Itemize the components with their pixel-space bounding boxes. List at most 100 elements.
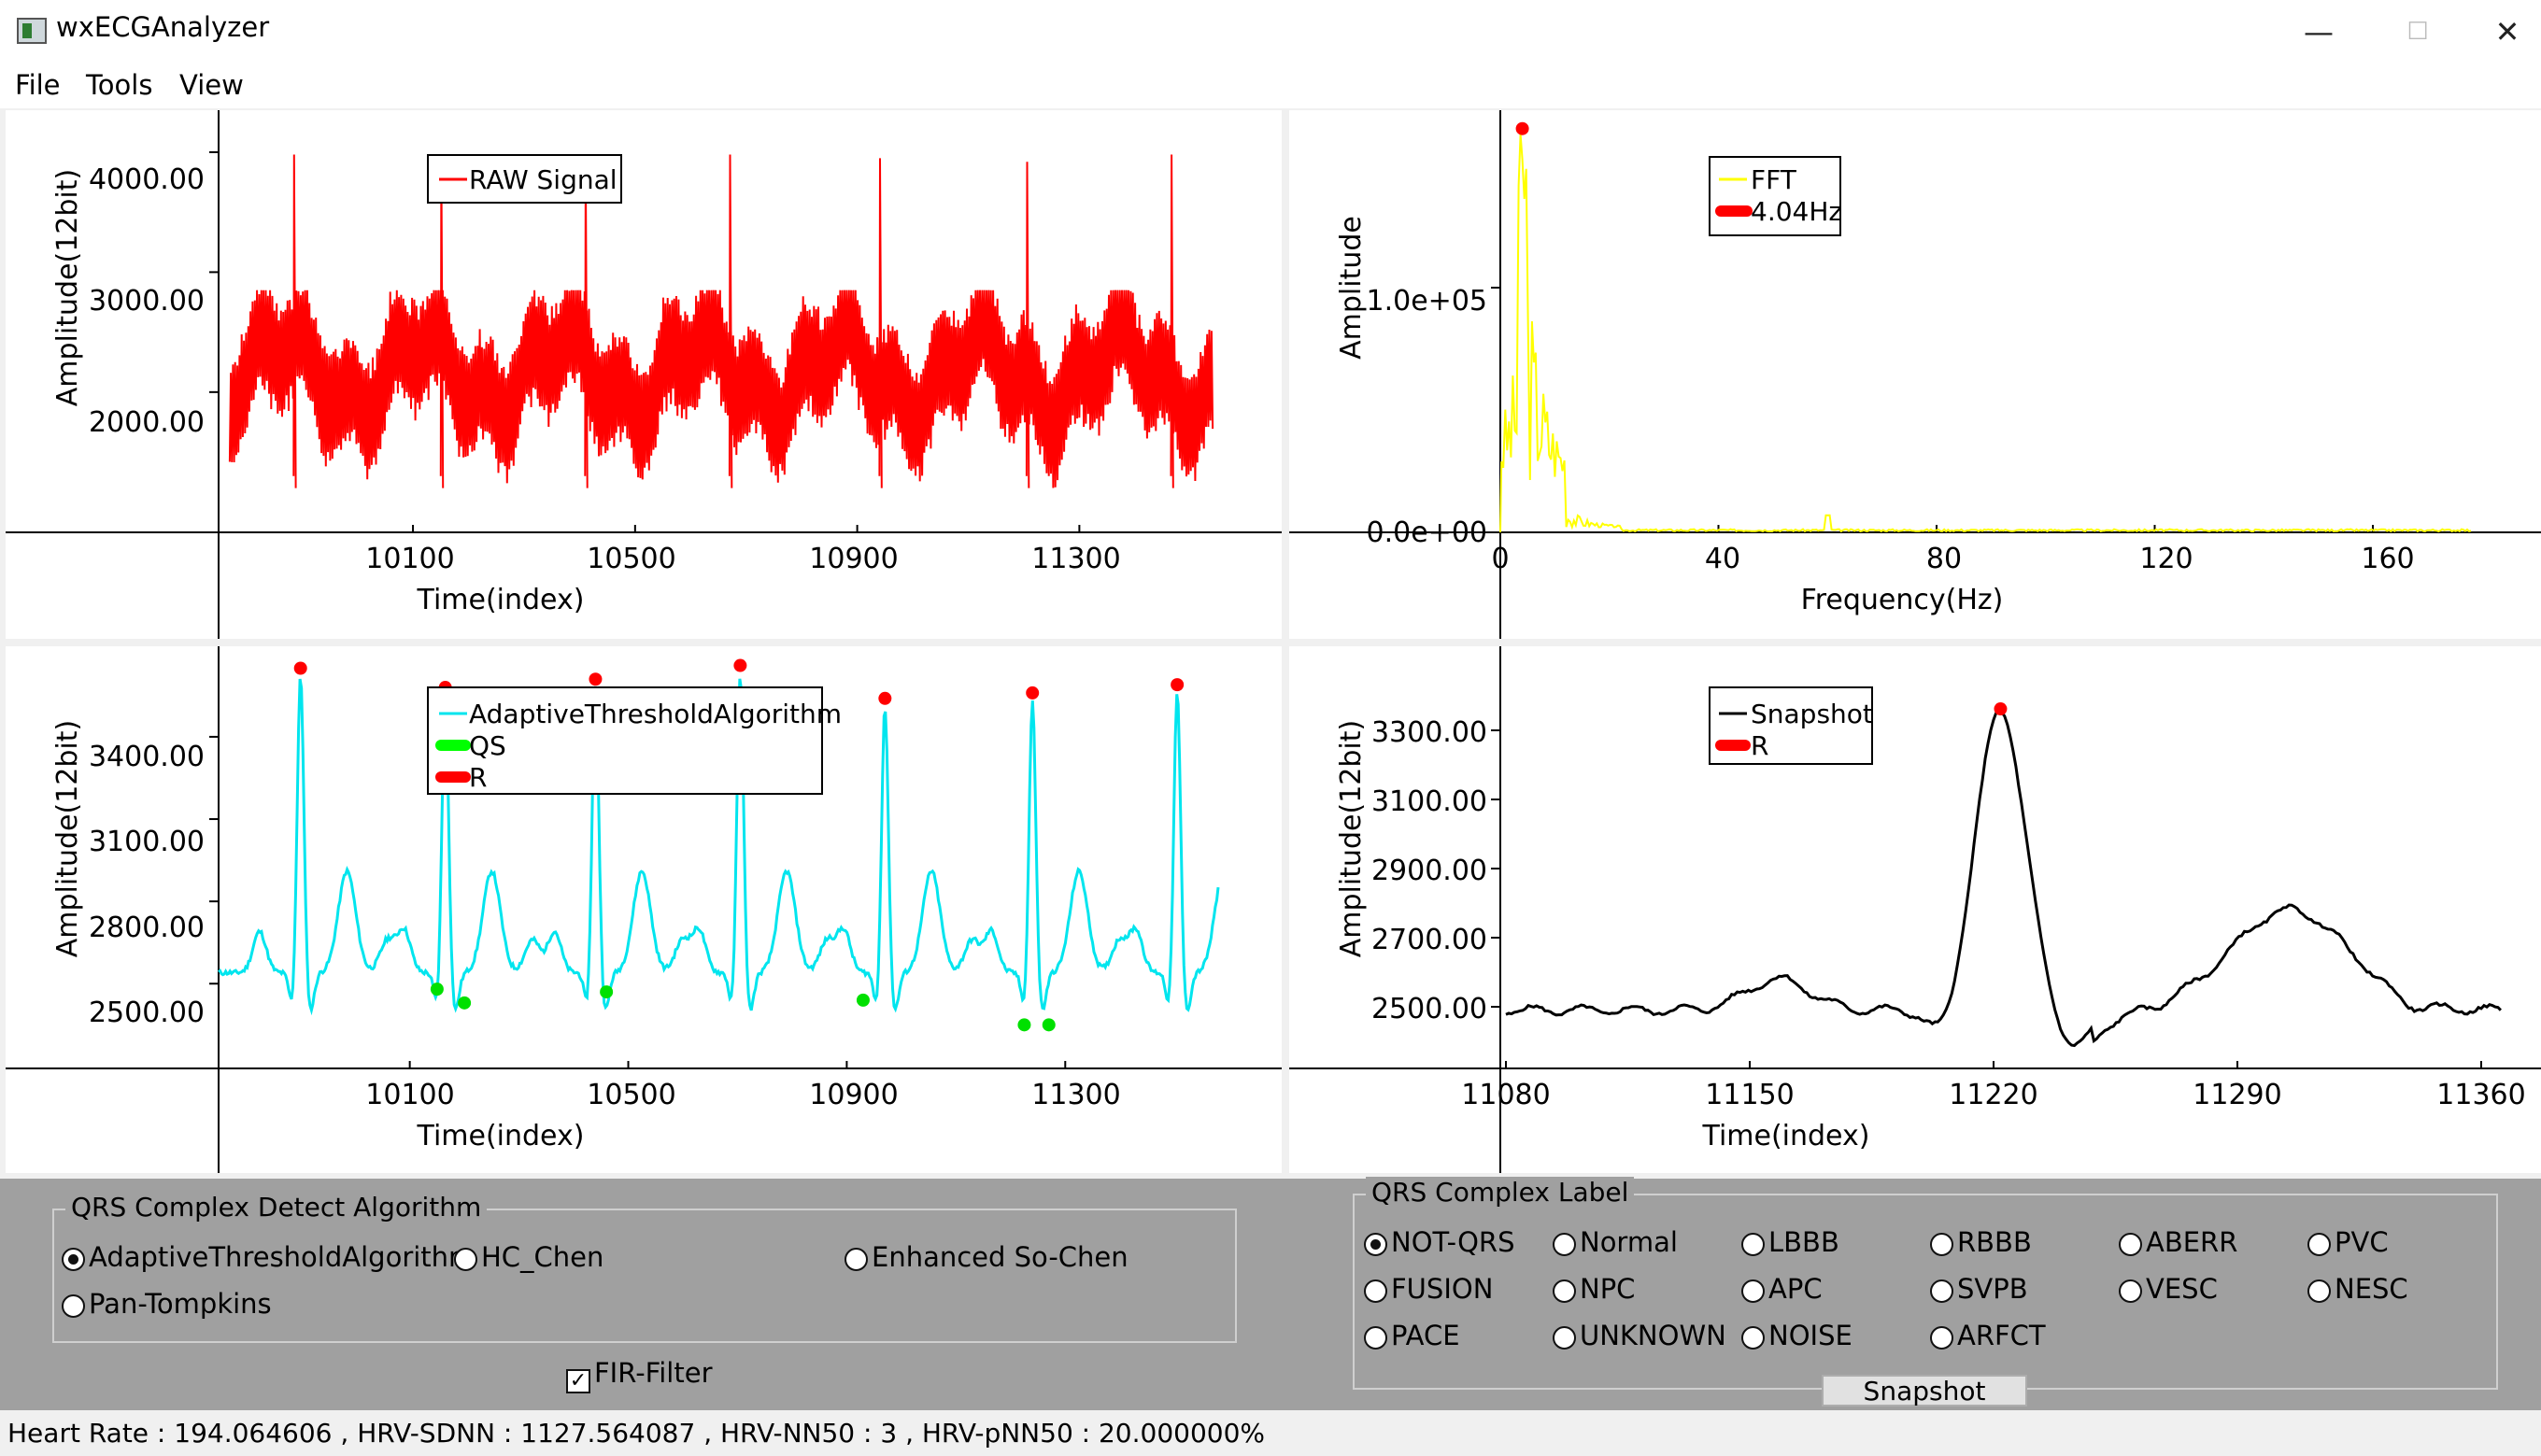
- radio-text: PVC: [2335, 1226, 2389, 1258]
- radio-text: NOT-QRS: [1391, 1226, 1515, 1258]
- radio-label-pace[interactable]: PACE: [1364, 1319, 1460, 1352]
- radio-button-icon[interactable]: [1364, 1279, 1387, 1303]
- legend-label: R: [469, 762, 487, 793]
- radio-button-icon[interactable]: [454, 1248, 477, 1271]
- x-tick-label: 0: [1491, 543, 1509, 575]
- app-icon: [17, 18, 47, 44]
- radio-button-icon[interactable]: [2307, 1233, 2331, 1256]
- snapshot-panel: 3300.00 3100.00 2900.00 2700.00 2500.00 …: [1289, 646, 2541, 1173]
- radio-button-icon[interactable]: [1741, 1326, 1765, 1350]
- radio-button-icon[interactable]: [2119, 1233, 2142, 1256]
- radio-label-aberr[interactable]: ABERR: [2119, 1225, 2237, 1259]
- y-axis-label: Amplitude(12bit): [1335, 720, 1368, 957]
- radio-button-icon[interactable]: [62, 1248, 85, 1271]
- legend-label: R: [1751, 730, 1768, 761]
- x-axis-label: Time(index): [417, 584, 585, 616]
- snapshot-r-marker: [1994, 702, 2008, 716]
- radio-button-icon[interactable]: [1741, 1233, 1765, 1256]
- menu-tools[interactable]: Tools: [86, 69, 152, 101]
- radio-text: NESC: [2335, 1273, 2408, 1305]
- x-tick-label: 11080: [1461, 1079, 1550, 1111]
- radio-button-icon[interactable]: [2119, 1279, 2142, 1303]
- radio-button-icon[interactable]: [1930, 1233, 1953, 1256]
- fft-peak-marker: [1515, 121, 1529, 135]
- y-tick-label: 3100.00: [1371, 785, 1487, 818]
- radio-button-icon[interactable]: [1553, 1233, 1576, 1256]
- detection-panel: 3400.00 3100.00 2800.00 2500.00 10100 10…: [6, 646, 1282, 1173]
- radio-text: PACE: [1391, 1320, 1460, 1351]
- radio-hc-chen[interactable]: HC_Chen: [454, 1240, 603, 1274]
- radio-label-svpb[interactable]: SVPB: [1930, 1272, 2028, 1306]
- radio-button-icon[interactable]: [1930, 1279, 1953, 1303]
- x-tick-label: 11220: [1949, 1079, 2037, 1111]
- radio-label-unknown[interactable]: UNKNOWN: [1553, 1319, 1726, 1352]
- radio-button-icon[interactable]: [62, 1294, 85, 1318]
- r-peak-marker: [589, 672, 603, 686]
- radio-label-normal[interactable]: Normal: [1553, 1225, 1678, 1259]
- radio-pan-tompkins[interactable]: Pan-Tompkins: [62, 1287, 272, 1321]
- radio-button-icon[interactable]: [1930, 1326, 1953, 1350]
- radio-label-noise[interactable]: NOISE: [1741, 1319, 1853, 1352]
- title-bar: wxECGAnalyzer — ☐ ✕: [0, 0, 2541, 64]
- radio-label-not-qrs[interactable]: NOT-QRS: [1364, 1225, 1514, 1259]
- radio-label-apc[interactable]: APC: [1741, 1272, 1823, 1306]
- radio-label-fusion[interactable]: FUSION: [1364, 1272, 1493, 1306]
- minimize-button[interactable]: —: [2291, 9, 2347, 54]
- radio-adaptive-threshold[interactable]: AdaptiveThresholdAlgorithm: [62, 1240, 475, 1274]
- y-tick-label: 3400.00: [89, 741, 205, 773]
- radio-text: NOISE: [1768, 1320, 1853, 1351]
- radio-text: UNKNOWN: [1580, 1320, 1726, 1351]
- fft-chart: 1.0e+05 0.0e+00 0 40 80 120 160 Frequenc…: [1289, 110, 2541, 639]
- legend-label: 4.04Hz: [1751, 196, 1842, 227]
- x-tick-label: 10500: [587, 1079, 675, 1111]
- radio-label-npc[interactable]: NPC: [1553, 1272, 1635, 1306]
- legend-label: FFT: [1751, 164, 1797, 195]
- legend-label: RAW Signal: [469, 164, 618, 195]
- close-button[interactable]: ✕: [2479, 9, 2535, 54]
- radio-label-pvc[interactable]: PVC: [2307, 1225, 2389, 1259]
- r-peak-marker: [293, 661, 307, 675]
- y-tick-label: 3100.00: [89, 826, 205, 858]
- group-label: QRS Complex Label: [1366, 1177, 1635, 1208]
- radio-text: VESC: [2146, 1273, 2218, 1305]
- y-tick-label: 2000.00: [89, 406, 205, 439]
- x-tick-label: 10100: [365, 543, 454, 575]
- radio-enhanced-so-chen[interactable]: Enhanced So-Chen: [845, 1240, 1129, 1274]
- radio-label-nesc[interactable]: NESC: [2307, 1272, 2408, 1306]
- menu-file[interactable]: File: [15, 69, 61, 101]
- detect-algorithm-group: QRS Complex Detect Algorithm: [52, 1192, 1237, 1343]
- status-text: Heart Rate : 194.064606 , HRV-SDNN : 112…: [7, 1418, 1266, 1449]
- radio-button-icon[interactable]: [1364, 1233, 1387, 1256]
- radio-text: FUSION: [1391, 1273, 1494, 1305]
- status-bar: Heart Rate : 194.064606 , HRV-SDNN : 112…: [0, 1410, 2541, 1456]
- snapshot-button[interactable]: Snapshot: [1822, 1375, 2027, 1407]
- x-tick-label: 11360: [2436, 1079, 2525, 1111]
- radio-button-icon[interactable]: [1553, 1279, 1576, 1303]
- radio-button-icon[interactable]: [1741, 1279, 1765, 1303]
- qs-point-marker: [430, 982, 444, 997]
- radio-button-icon[interactable]: [2307, 1279, 2331, 1303]
- fir-filter-checkbox[interactable]: ✓ FIR-Filter: [566, 1356, 713, 1393]
- radio-text: RBBB: [1957, 1226, 2032, 1258]
- x-tick-label: 10500: [587, 543, 675, 575]
- radio-button-icon[interactable]: [1364, 1326, 1387, 1350]
- radio-label-arfct[interactable]: ARFCT: [1930, 1319, 2046, 1352]
- legend-label: AdaptiveThresholdAlgorithm: [469, 699, 842, 729]
- radio-label-vesc[interactable]: VESC: [2119, 1272, 2218, 1306]
- snapshot-chart: 3300.00 3100.00 2900.00 2700.00 2500.00 …: [1289, 646, 2541, 1173]
- radio-label-lbbb[interactable]: LBBB: [1741, 1225, 1839, 1259]
- y-axis-label: Amplitude: [1335, 216, 1368, 360]
- y-tick-label: 2700.00: [1371, 924, 1487, 956]
- menu-view[interactable]: View: [179, 69, 244, 101]
- maximize-button[interactable]: ☐: [2390, 9, 2446, 54]
- radio-button-icon[interactable]: [1553, 1326, 1576, 1350]
- y-tick-label: 3000.00: [89, 285, 205, 318]
- radio-label-rbbb[interactable]: RBBB: [1930, 1225, 2032, 1259]
- y-tick-label: 2800.00: [89, 912, 205, 944]
- fft-line: [1499, 134, 2472, 533]
- checkmark-icon[interactable]: ✓: [566, 1369, 590, 1393]
- radio-button-icon[interactable]: [845, 1248, 868, 1271]
- fft-panel: 1.0e+05 0.0e+00 0 40 80 120 160 Frequenc…: [1289, 110, 2541, 639]
- y-tick-label: 2500.00: [89, 997, 205, 1029]
- y-tick-label: 1.0e+05: [1367, 285, 1487, 318]
